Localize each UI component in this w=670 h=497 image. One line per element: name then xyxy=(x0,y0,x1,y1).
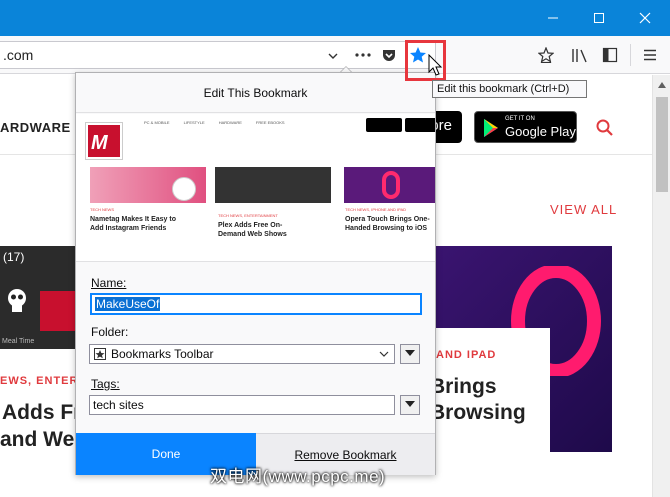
preview-card-tag: TECH NEWS, ENTERTAINMENT xyxy=(218,213,278,218)
time-label: Meal Time xyxy=(2,338,35,345)
google-play-text: Google Play xyxy=(505,124,576,139)
tags-input-value: tech sites xyxy=(93,398,144,412)
close-icon xyxy=(639,12,651,24)
maximize-icon xyxy=(594,13,604,23)
preview-card-tag: TECH NEWS, IPHONE AND IPAD xyxy=(345,207,407,212)
maximize-button[interactable] xyxy=(576,0,622,36)
tags-input[interactable]: tech sites xyxy=(89,395,395,415)
preview-appstore-badge xyxy=(366,118,402,132)
minimize-button[interactable] xyxy=(530,0,576,36)
address-bar[interactable]: .com xyxy=(0,41,436,69)
close-window-button[interactable] xyxy=(622,0,668,36)
pocket-icon[interactable] xyxy=(381,47,397,63)
chevron-down-icon xyxy=(405,350,415,356)
edit-bookmark-panel: Edit This Bookmark M PC & MOBILE LIFESTY… xyxy=(75,72,436,475)
preview-nav-item: PC & MOBILE xyxy=(144,120,170,125)
folder-select-value: Bookmarks Toolbar xyxy=(111,347,214,361)
hamburger-menu-icon[interactable] xyxy=(642,47,658,63)
scroll-up-icon[interactable] xyxy=(657,81,667,89)
scrollbar-thumb[interactable] xyxy=(656,97,668,192)
preview-card-title: Opera Touch Brings One-Handed Browsing t… xyxy=(345,216,430,232)
name-label: Name: xyxy=(91,276,126,290)
left-headline-line2[interactable]: and We xyxy=(0,428,74,452)
bookmark-tooltip: Edit this bookmark (Ctrl+D) xyxy=(432,80,587,98)
thumbnail-red-block xyxy=(40,291,76,331)
search-icon[interactable] xyxy=(596,119,614,137)
reading-list-icon[interactable] xyxy=(538,47,554,63)
left-thumbnail[interactable]: (17) Meal Time xyxy=(0,246,76,349)
left-headline-line1[interactable]: Adds Fr xyxy=(2,401,81,425)
makeuseof-logo: M xyxy=(86,123,122,159)
folder-label: Folder: xyxy=(91,325,129,339)
name-input-value: MakeUseOf xyxy=(95,297,161,311)
preview-card-image-1 xyxy=(90,167,206,203)
tags-expand-button[interactable] xyxy=(400,395,420,415)
preview-card-title: Plex Adds Free On-Demand Web Shows xyxy=(218,222,287,238)
preview-card-image-3 xyxy=(344,167,435,203)
chevron-down-icon xyxy=(379,351,389,357)
minimize-icon xyxy=(548,17,558,19)
preview-nav-item: LIFESTYLE xyxy=(183,120,205,125)
name-label-text: Name: xyxy=(91,276,127,290)
left-category: EWS, ENTER xyxy=(0,375,79,387)
google-play-badge[interactable]: GET IT ON Google Play xyxy=(474,111,577,143)
watermark-text: 双电网(www.pcpc.me) xyxy=(210,467,386,486)
google-play-icon xyxy=(484,119,498,137)
right-category: AND IPAD xyxy=(436,349,497,361)
preview-nav: PC & MOBILE LIFESTYLE HARDWARE FREE EBOO… xyxy=(144,120,314,130)
navigation-toolbar: .com xyxy=(0,36,670,74)
preview-card-tag: TECH NEWS xyxy=(90,207,114,212)
library-icon[interactable] xyxy=(571,47,589,63)
toolbar-divider xyxy=(630,44,631,66)
chevron-down-icon xyxy=(405,401,415,407)
window-titlebar xyxy=(0,0,670,36)
preview-nav-item: FREE EBOOKS xyxy=(255,120,285,125)
folder-select[interactable]: Bookmarks Toolbar xyxy=(89,344,395,364)
view-all-link[interactable]: VIEW ALL xyxy=(550,202,617,217)
right-headline-line2[interactable]: Browsing xyxy=(430,401,526,425)
preview-card-avatar xyxy=(172,177,196,201)
chevron-down-icon[interactable] xyxy=(327,51,339,61)
svg-text:M: M xyxy=(91,132,109,154)
nav-hardware-link[interactable]: ARDWARE xyxy=(0,120,71,135)
page-actions-icon[interactable] xyxy=(354,49,372,61)
muo-logo-icon: M xyxy=(91,132,109,154)
google-play-small-text: GET IT ON xyxy=(505,116,535,122)
right-headline-line1[interactable]: Brings xyxy=(430,375,497,399)
url-text: .com xyxy=(3,47,34,63)
mouse-cursor-icon xyxy=(428,54,443,76)
remove-bookmark-label: Remove Bookmark xyxy=(294,448,397,462)
count-badge: (17) xyxy=(3,250,25,264)
skull-icon xyxy=(8,289,26,312)
preview-nav-item: HARDWARE xyxy=(218,120,242,125)
tags-label: Tags: xyxy=(91,377,120,391)
folder-expand-button[interactable] xyxy=(400,344,420,364)
sidebar-icon[interactable] xyxy=(602,47,618,63)
opera-mini-icon xyxy=(382,171,400,199)
preview-card-image-2 xyxy=(215,167,331,203)
page-preview: M PC & MOBILE LIFESTYLE HARDWARE FREE EB… xyxy=(76,114,435,262)
preview-card-title: Nametag Makes It Easy to Add Instagram F… xyxy=(90,216,176,232)
tags-label-text: Tags: xyxy=(91,377,120,391)
bookmarks-toolbar-icon xyxy=(94,348,106,360)
name-input[interactable]: MakeUseOf xyxy=(91,294,421,314)
panel-title: Edit This Bookmark xyxy=(76,73,435,113)
preview-googleplay-badge xyxy=(405,118,435,132)
page-scrollbar[interactable] xyxy=(652,75,670,497)
